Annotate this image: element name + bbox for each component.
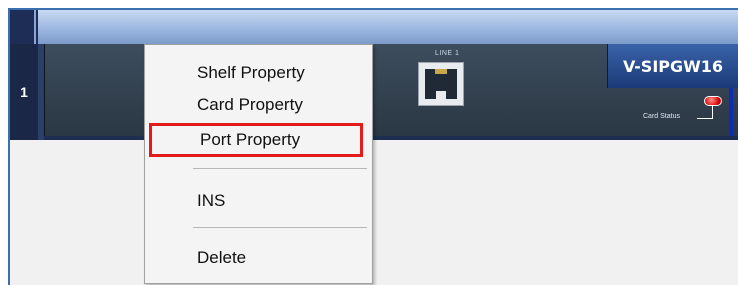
card-status-label: Card Status [643, 113, 680, 120]
menu-item-shelf-property[interactable]: Shelf Property [145, 59, 372, 87]
port-tab [436, 91, 446, 99]
port-pins [435, 69, 447, 74]
context-menu: Shelf Property Card Property Port Proper… [144, 44, 373, 284]
shelf-view: 1 LINE 1 V-SIPGW16 Card Status [8, 8, 738, 285]
shelf-header [10, 10, 738, 45]
menu-item-card-property[interactable]: Card Property [145, 91, 372, 119]
menu-separator [193, 227, 367, 228]
port-label: LINE 1 [435, 50, 460, 57]
ethernet-port-icon[interactable] [418, 62, 464, 106]
status-leader-line [712, 106, 713, 118]
menu-item-port-property[interactable]: Port Property [149, 123, 363, 157]
menu-item-delete[interactable]: Delete [145, 244, 372, 272]
slot-number: 1 [10, 44, 38, 140]
shelf-left-strip [10, 10, 38, 44]
status-leader-line [697, 118, 713, 119]
menu-separator [193, 168, 367, 169]
card-status-led-icon [704, 96, 722, 106]
card-title: V-SIPGW16 [607, 44, 738, 88]
menu-item-ins[interactable]: INS [145, 187, 372, 215]
card-right-edge [729, 88, 733, 136]
